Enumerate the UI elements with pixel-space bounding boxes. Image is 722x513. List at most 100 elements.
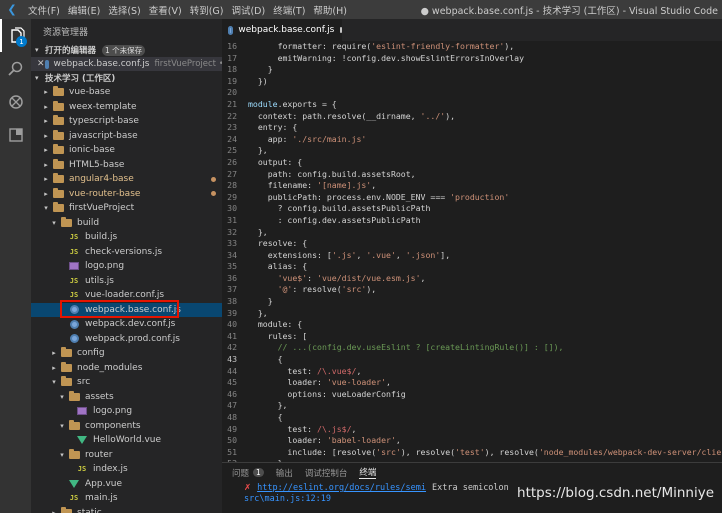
code-line[interactable]: 26 output: {	[222, 157, 722, 169]
tree-file[interactable]: JS check-versions.js	[31, 245, 222, 260]
chevron-right-icon[interactable]: ▸	[49, 509, 59, 513]
tree-folder[interactable]: ▸ vue-router-base	[31, 187, 222, 202]
code-line[interactable]: 46 options: vueLoaderConfig	[222, 389, 722, 401]
menu-item[interactable]: 调试(D)	[227, 3, 269, 17]
problem-rule-link[interactable]: http://eslint.org/docs/rules/semi	[257, 483, 426, 493]
tree-file[interactable]: JS main.js	[31, 491, 222, 506]
code-line[interactable]: 29 publicPath: process.env.NODE_ENV === …	[222, 192, 722, 204]
code-line[interactable]: 19 })	[222, 76, 722, 88]
tree-file[interactable]: webpack.prod.conf.js	[31, 332, 222, 347]
code-line[interactable]: 30 ? config.build.assetsPublicPath	[222, 203, 722, 215]
tree-folder[interactable]: ▾ firstVueProject	[31, 201, 222, 216]
panel-tab[interactable]: 问题	[232, 467, 249, 479]
code-line[interactable]: 31 : config.dev.assetsPublicPath	[222, 215, 722, 227]
code-line[interactable]: 42 // ...(config.dev.useEslint ? [create…	[222, 342, 722, 354]
tree-folder[interactable]: ▸ weex-template	[31, 100, 222, 115]
code-line[interactable]: 39 },	[222, 308, 722, 320]
tree-file[interactable]: webpack.dev.conf.js	[31, 317, 222, 332]
tree-folder[interactable]: ▸ static	[31, 506, 222, 513]
menu-item[interactable]: 转到(G)	[186, 3, 228, 17]
code-line[interactable]: 28 filename: '[name].js',	[222, 180, 722, 192]
tree-folder[interactable]: ▸ ionic-base	[31, 143, 222, 158]
panel-tab[interactable]: 调试控制台	[305, 467, 348, 479]
code-line[interactable]: 48 {	[222, 412, 722, 424]
code-line[interactable]: 38 }	[222, 296, 722, 308]
chevron-right-icon[interactable]: ▸	[49, 364, 59, 372]
code-line[interactable]: 17 emitWarning: !config.dev.showEslintEr…	[222, 53, 722, 65]
tree-folder[interactable]: ▾ build	[31, 216, 222, 231]
chevron-down-icon[interactable]: ▾	[57, 393, 67, 401]
chevron-right-icon[interactable]: ▸	[41, 175, 51, 183]
code-line[interactable]: 27 path: config.build.assetsRoot,	[222, 169, 722, 181]
menu-item[interactable]: 文件(F)	[24, 3, 64, 17]
tree-folder[interactable]: ▸ vue-base	[31, 85, 222, 100]
code-line[interactable]: 37 '@': resolve('src'),	[222, 284, 722, 296]
tree-folder[interactable]: ▾ src	[31, 375, 222, 390]
code-line[interactable]: 50 loader: 'babel-loader',	[222, 435, 722, 447]
code-line[interactable]: 16 formatter: require('eslint-friendly-f…	[222, 41, 722, 53]
tree-folder[interactable]: ▸ node_modules	[31, 361, 222, 376]
tree-file[interactable]: JS index.js	[31, 462, 222, 477]
chevron-right-icon[interactable]: ▸	[41, 117, 51, 125]
tree-folder[interactable]: ▸ angular4-base	[31, 172, 222, 187]
unsaved-dot-icon[interactable]	[340, 27, 342, 33]
chevron-down-icon[interactable]: ▾	[49, 219, 59, 227]
chevron-right-icon[interactable]: ▸	[41, 132, 51, 140]
tree-file[interactable]: logo.png	[31, 259, 222, 274]
extensions-button[interactable]	[0, 118, 31, 151]
tab-webpack-base-conf[interactable]: webpack.base.conf.js	[222, 19, 342, 41]
tree-file[interactable]: JS utils.js	[31, 274, 222, 289]
code-line[interactable]: 51 include: [resolve('src'), resolve('te…	[222, 447, 722, 459]
code-line[interactable]: 33 resolve: {	[222, 238, 722, 250]
search-button[interactable]	[0, 52, 31, 85]
tree-folder[interactable]: ▸ javascript-base	[31, 129, 222, 144]
chevron-right-icon[interactable]: ▸	[41, 161, 51, 169]
code-line[interactable]: 24 app: './src/main.js'	[222, 134, 722, 146]
chevron-down-icon[interactable]: ▾	[57, 451, 67, 459]
menu-item[interactable]: 终端(T)	[269, 3, 309, 17]
tree-file[interactable]: logo.png	[31, 404, 222, 419]
code-line[interactable]: 43 {	[222, 354, 722, 366]
code-line[interactable]: 40 module: {	[222, 319, 722, 331]
code-line[interactable]: 35 alias: {	[222, 261, 722, 273]
menu-item[interactable]: 帮助(H)	[309, 3, 351, 17]
tree-folder[interactable]: ▸ HTML5-base	[31, 158, 222, 173]
tree-folder[interactable]: ▾ components	[31, 419, 222, 434]
close-icon[interactable]: ✕	[37, 59, 45, 69]
chevron-down-icon[interactable]: ▾	[49, 378, 59, 386]
code-line[interactable]: 25 },	[222, 145, 722, 157]
code-line[interactable]: 18 }	[222, 64, 722, 76]
code-line[interactable]: 41 rules: [	[222, 331, 722, 343]
tree-file[interactable]: HelloWorld.vue	[31, 433, 222, 448]
chevron-right-icon[interactable]: ▸	[49, 349, 59, 357]
menu-item[interactable]: 编辑(E)	[64, 3, 104, 17]
panel-tab[interactable]: 终端	[359, 466, 377, 479]
code-line[interactable]: 22 context: path.resolve(__dirname, '../…	[222, 111, 722, 123]
code-line[interactable]: 36 'vue$': 'vue/dist/vue.esm.js',	[222, 273, 722, 285]
open-editors-section[interactable]: ▾ 打开的编辑器 1 个未保存	[31, 43, 222, 57]
chevron-right-icon[interactable]: ▸	[41, 103, 51, 111]
code-line[interactable]: 47 },	[222, 400, 722, 412]
debug-button[interactable]	[0, 85, 31, 118]
code-line[interactable]: 23 entry: {	[222, 122, 722, 134]
menu-item[interactable]: 选择(S)	[104, 3, 144, 17]
tree-folder[interactable]: ▸ typescript-base	[31, 114, 222, 129]
tree-file[interactable]: JS build.js	[31, 230, 222, 245]
tree-folder[interactable]: ▾ assets	[31, 390, 222, 405]
chevron-down-icon[interactable]: ▾	[41, 204, 51, 212]
panel-tab[interactable]: 输出	[276, 467, 293, 479]
tree-file[interactable]: App.vue	[31, 477, 222, 492]
tree-folder[interactable]: ▸ config	[31, 346, 222, 361]
tree-folder[interactable]: ▾ router	[31, 448, 222, 463]
code-line[interactable]: 20	[222, 87, 722, 99]
chevron-down-icon[interactable]: ▾	[57, 422, 67, 430]
chevron-right-icon[interactable]: ▸	[41, 146, 51, 154]
chevron-right-icon[interactable]: ▸	[41, 88, 51, 96]
explorer-button[interactable]: 1	[0, 19, 31, 52]
menu-item[interactable]: 查看(V)	[145, 3, 186, 17]
workspace-section[interactable]: ▾ 技术学习 (工作区)	[31, 71, 222, 85]
code-line[interactable]: 32 },	[222, 227, 722, 239]
code-line[interactable]: 44 test: /\.vue$/,	[222, 366, 722, 378]
open-editor-item[interactable]: ✕ webpack.base.conf.js firstVueProject •…	[31, 57, 222, 71]
code-line[interactable]: 49 test: /\.js$/,	[222, 424, 722, 436]
